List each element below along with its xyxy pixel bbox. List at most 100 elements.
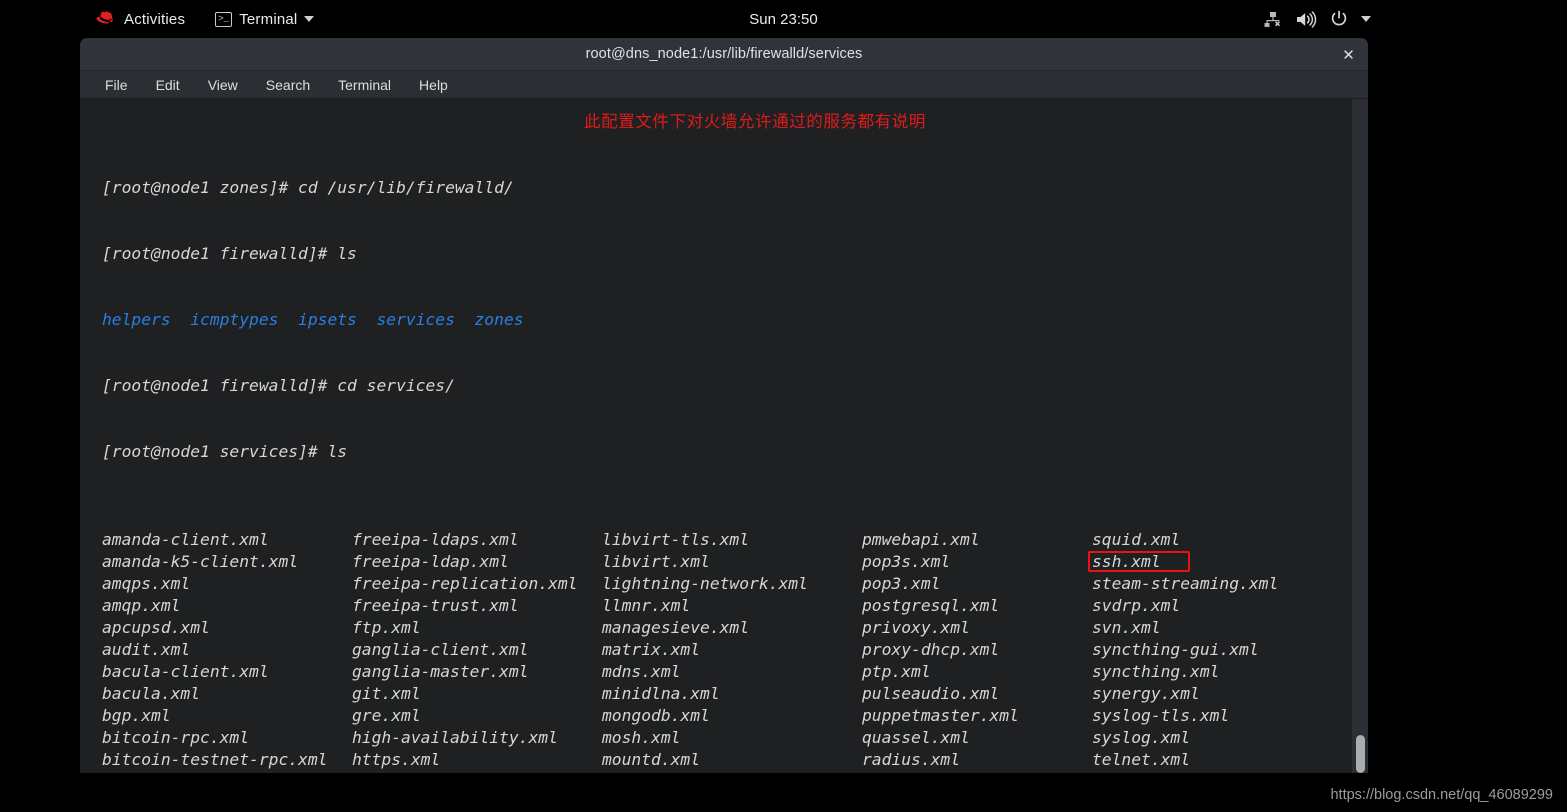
file-entry: synergy.xml — [1092, 684, 1200, 703]
file-entry: minidlna.xml — [602, 684, 720, 703]
file-entry: pulseaudio.xml — [862, 684, 1000, 703]
file-entry: https.xml — [352, 750, 441, 769]
file-entry: svdrp.xml — [1092, 596, 1181, 615]
file-entry: mountd.xml — [602, 750, 701, 769]
file-entry: privoxy.xml — [862, 618, 970, 637]
terminal-line-command: [root@node1 firewalld]# ls — [102, 244, 357, 263]
scrollbar-track[interactable] — [1352, 99, 1368, 773]
menu-view[interactable]: View — [205, 75, 241, 95]
file-entry: amqps.xml — [102, 574, 191, 593]
file-entry: libvirt.xml — [602, 552, 710, 571]
file-entry: quassel.xml — [862, 728, 970, 747]
clock-label[interactable]: Sun 23:50 — [749, 11, 817, 28]
file-entry: postgresql.xml — [862, 596, 1000, 615]
file-column: squid.xml ssh.xml steam-streaming.xml svdrp… — [1088, 529, 1342, 773]
redhat-logo-icon — [96, 11, 113, 24]
file-entry: mongodb.xml — [602, 706, 710, 725]
app-menu-terminal[interactable]: >_ Terminal — [215, 10, 315, 28]
file-column: freeipa-ldaps.xml freeipa-ldap.xml freeipa… — [352, 529, 602, 773]
menu-search[interactable]: Search — [263, 75, 313, 95]
file-entry: bitcoin-testnet.xml — [102, 771, 352, 773]
terminal-icon: >_ — [215, 11, 233, 27]
file-entry: amqp.xml — [102, 596, 181, 615]
file-entry: pop3s.xml — [862, 552, 951, 571]
file-entry: freeipa-ldap.xml — [352, 552, 509, 571]
menu-edit[interactable]: Edit — [153, 75, 183, 95]
menu-terminal[interactable]: Terminal — [335, 75, 394, 95]
app-menu-label: Terminal — [239, 10, 298, 28]
file-column: amanda-client.xml amanda-k5-client.xml amq… — [102, 529, 352, 773]
activities-button[interactable]: Activities — [96, 11, 185, 28]
tray-chevron-down-icon[interactable] — [1361, 16, 1371, 22]
file-column: libvirt-tls.xml libvirt.xml lightning-netw… — [602, 529, 862, 773]
terminal-text: [root@node1 zones]# cd /usr/lib/firewall… — [80, 111, 1368, 773]
file-entry: audit.xml — [102, 640, 191, 659]
file-entry: amanda-client.xml — [102, 530, 269, 549]
file-entry: steam-streaming.xml — [1092, 574, 1279, 593]
file-entry: http.xml — [352, 771, 602, 773]
close-icon[interactable]: ✕ — [1335, 41, 1362, 68]
terminal-output-area[interactable]: [root@node1 zones]# cd /usr/lib/firewall… — [80, 99, 1368, 773]
file-entry: telnet.xml — [1092, 750, 1191, 769]
file-entry: svn.xml — [1092, 618, 1161, 637]
highlight-box — [1088, 551, 1190, 572]
file-entry: bacula.xml — [102, 684, 201, 703]
file-entry: bacula-client.xml — [102, 662, 269, 681]
file-entry: mdns.xml — [602, 662, 681, 681]
file-entry: freeipa-ldaps.xml — [352, 530, 519, 549]
file-entry: pmwebapi.xml — [862, 530, 980, 549]
file-entry: puppetmaster.xml — [862, 706, 1019, 725]
file-entry: git.xml — [352, 684, 421, 703]
system-status-area[interactable] — [1264, 0, 1371, 38]
file-entry: mqtt-tls.xml — [602, 771, 862, 773]
file-entry: ganglia-client.xml — [352, 640, 529, 659]
file-entry: amanda-k5-client.xml — [102, 552, 299, 571]
desktop-screen: Activities >_ Terminal Sun 23:50 root@dn… — [0, 0, 1567, 812]
file-entry: bgp.xml — [102, 706, 171, 725]
file-entry: managesieve.xml — [602, 618, 750, 637]
activities-label: Activities — [124, 10, 186, 28]
volume-icon[interactable] — [1296, 10, 1317, 28]
file-entry: radius.xml — [862, 750, 961, 769]
file-entry: ftp.xml — [352, 618, 421, 637]
file-entry: mosh.xml — [602, 728, 681, 747]
window-title: root@dns_node1:/usr/lib/firewalld/servic… — [585, 46, 863, 62]
menu-help[interactable]: Help — [416, 75, 451, 95]
file-entry: bitcoin-rpc.xml — [102, 728, 250, 747]
file-entry: high-availability.xml — [352, 728, 558, 747]
file-entry: ganglia-master.xml — [352, 662, 529, 681]
file-entry: llmnr.xml — [602, 596, 691, 615]
network-disconnected-icon[interactable] — [1264, 11, 1283, 28]
file-entry: proxy-dhcp.xml — [862, 640, 1000, 659]
menu-bar: File Edit View Search Terminal Help — [80, 71, 1368, 99]
window-titlebar[interactable]: root@dns_node1:/usr/lib/firewalld/servic… — [80, 38, 1368, 71]
terminal-line-command: [root@node1 services]# ls — [102, 442, 348, 461]
chevron-down-icon — [304, 16, 315, 22]
terminal-line-command: [root@node1 zones]# cd /usr/lib/firewall… — [102, 178, 514, 197]
file-listing-grid: amanda-client.xml amanda-k5-client.xml amq… — [102, 529, 1368, 773]
file-entry: bitcoin-testnet-rpc.xml — [102, 750, 328, 769]
terminal-line-dirlisting: helpers icmptypes ipsets services zones — [102, 310, 524, 329]
terminal-line-command: [root@node1 firewalld]# cd services/ — [102, 376, 455, 395]
file-entry: freeipa-trust.xml — [352, 596, 519, 615]
file-entry: lightning-network.xml — [602, 574, 808, 593]
gnome-top-bar: Activities >_ Terminal Sun 23:50 — [0, 0, 1567, 38]
file-entry: ssh.xml — [1088, 551, 1342, 573]
file-entry: squid.xml — [1092, 530, 1181, 549]
file-entry: syslog.xml — [1092, 728, 1191, 747]
power-icon[interactable] — [1330, 10, 1348, 28]
file-entry: gre.xml — [352, 706, 421, 725]
scrollbar-thumb[interactable] — [1356, 735, 1365, 773]
file-entry: syslog-tls.xml — [1092, 706, 1230, 725]
file-column: pmwebapi.xml pop3s.xml pop3.xml postgresql.… — [862, 529, 1092, 773]
menu-file[interactable]: File — [102, 75, 131, 95]
terminal-window: root@dns_node1:/usr/lib/firewalld/servic… — [80, 38, 1368, 773]
file-entry: pop3.xml — [862, 574, 941, 593]
file-entry: libvirt-tls.xml — [602, 530, 750, 549]
watermark: https://blog.csdn.net/qq_46089299 — [1330, 787, 1553, 803]
annotation-text: 此配置文件下对火墙允许通过的服务都有说明 — [584, 112, 926, 131]
file-entry: matrix.xml — [602, 640, 701, 659]
file-entry: ptp.xml — [862, 662, 931, 681]
file-entry: syncthing.xml — [1092, 662, 1220, 681]
file-entry: redis.xml — [862, 771, 1092, 773]
